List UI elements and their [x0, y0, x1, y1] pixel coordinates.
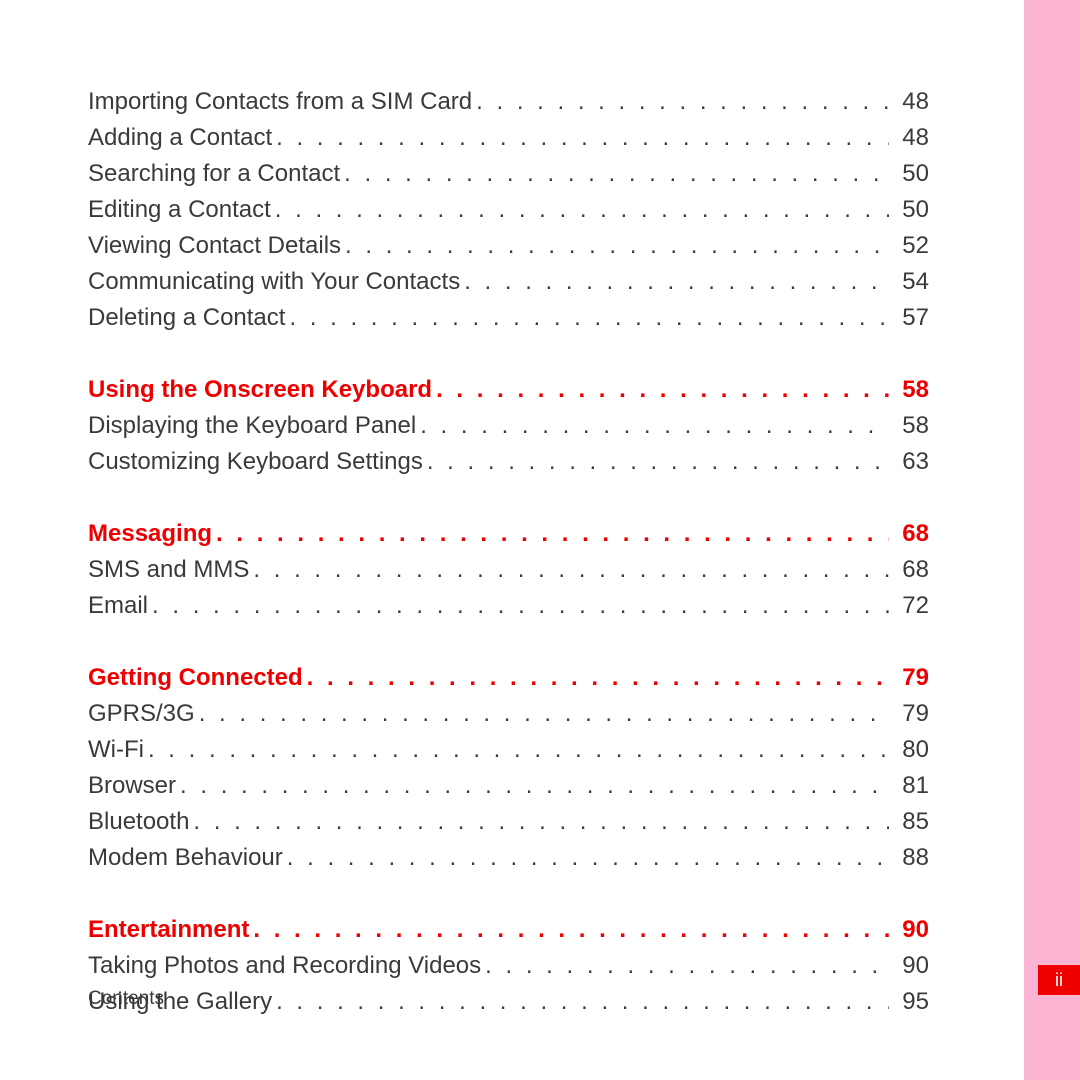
toc-dots: [340, 156, 889, 192]
toc-entry-page: 79: [889, 696, 929, 732]
toc-dots: [432, 372, 889, 408]
toc-entry[interactable]: Adding a Contact 48: [88, 120, 929, 156]
toc-dots: [271, 192, 889, 228]
page-number-tab: ii: [1038, 965, 1080, 995]
toc-entry-page: 58: [889, 408, 929, 444]
toc-entry-page: 80: [889, 732, 929, 768]
toc-entry-page: 48: [889, 120, 929, 156]
toc-heading[interactable]: Messaging 68: [88, 516, 929, 552]
toc-dots: [303, 660, 889, 696]
toc-entry-page: 68: [889, 552, 929, 588]
toc-entry[interactable]: Communicating with Your Contacts 54: [88, 264, 929, 300]
toc-heading[interactable]: Getting Connected 79: [88, 660, 929, 696]
toc-entry[interactable]: Editing a Contact 50: [88, 192, 929, 228]
toc-entry-title: Deleting a Contact: [88, 300, 285, 336]
toc-dots: [283, 840, 889, 876]
toc-section: Messaging 68 SMS and MMS 68 Email 72: [88, 516, 929, 624]
toc-content: Importing Contacts from a SIM Card48Addi…: [0, 0, 1024, 1020]
toc-entry-title: GPRS/3G: [88, 696, 195, 732]
footer-label: Contents: [88, 988, 164, 1010]
toc-entry-title: Searching for a Contact: [88, 156, 340, 192]
toc-dots: [423, 444, 889, 480]
toc-entry-title: Viewing Contact Details: [88, 228, 341, 264]
toc-entry-page: 57: [889, 300, 929, 336]
toc-dots: [249, 912, 889, 948]
toc-section: Entertainment90Taking Photos and Recordi…: [88, 912, 929, 1020]
side-strip: [1024, 0, 1080, 1080]
toc-heading-page: 58: [889, 372, 929, 408]
toc-heading-page: 68: [889, 516, 929, 552]
toc-entry[interactable]: Displaying the Keyboard Panel 58: [88, 408, 929, 444]
toc-entry-page: 48: [889, 84, 929, 120]
toc-entry-title: Email: [88, 588, 148, 624]
toc-dots: [460, 264, 889, 300]
toc-dots: [472, 84, 889, 120]
toc-entry[interactable]: Browser 81: [88, 768, 929, 804]
toc-dots: [148, 588, 889, 624]
toc-entry-page: 85: [889, 804, 929, 840]
toc-dots: [144, 732, 889, 768]
toc-entry[interactable]: Searching for a Contact 50: [88, 156, 929, 192]
toc-entry[interactable]: Bluetooth 85: [88, 804, 929, 840]
toc-entry-title: Wi-Fi: [88, 732, 144, 768]
toc-entry-page: 95: [889, 984, 929, 1020]
toc-entry-title: Displaying the Keyboard Panel: [88, 408, 416, 444]
toc-entry[interactable]: Importing Contacts from a SIM Card 48: [88, 84, 929, 120]
toc-entry[interactable]: Taking Photos and Recording Videos 90: [88, 948, 929, 984]
toc-dots: [285, 300, 889, 336]
toc-heading-title: Entertainment: [88, 912, 249, 948]
toc-dots: [212, 516, 889, 552]
toc-entry-page: 50: [889, 156, 929, 192]
toc-entry[interactable]: Using the Gallery95: [88, 984, 929, 1020]
toc-entry-title: Modem Behaviour: [88, 840, 283, 876]
toc-dots: [416, 408, 889, 444]
toc-entry-title: Customizing Keyboard Settings: [88, 444, 423, 480]
toc-entry-title: SMS and MMS: [88, 552, 249, 588]
toc-entry[interactable]: Wi-Fi 80: [88, 732, 929, 768]
toc-heading-page: 79: [889, 660, 929, 696]
toc-dots: [272, 984, 889, 1020]
toc-entry-title: Bluetooth: [88, 804, 189, 840]
toc-section: Getting Connected79GPRS/3G79Wi-Fi80Brows…: [88, 660, 929, 876]
toc-entry[interactable]: SMS and MMS 68: [88, 552, 929, 588]
toc-entry-title: Communicating with Your Contacts: [88, 264, 460, 300]
toc-entry[interactable]: Deleting a Contact 57: [88, 300, 929, 336]
toc-entry[interactable]: Modem Behaviour 88: [88, 840, 929, 876]
toc-entry-page: 81: [889, 768, 929, 804]
page-number: ii: [1055, 970, 1063, 991]
toc-entry-title: Adding a Contact: [88, 120, 272, 156]
toc-dots: [341, 228, 889, 264]
toc-dots: [249, 552, 889, 588]
toc-entry-page: 72: [889, 588, 929, 624]
toc-entry-title: Editing a Contact: [88, 192, 271, 228]
toc-entry-page: 50: [889, 192, 929, 228]
toc-section: Using the Onscreen Keyboard58Displaying …: [88, 372, 929, 480]
toc-dots: [272, 120, 889, 156]
toc-heading-page: 90: [889, 912, 929, 948]
toc-entry-title: Importing Contacts from a SIM Card: [88, 84, 472, 120]
toc-entry[interactable]: Viewing Contact Details 52: [88, 228, 929, 264]
toc-heading[interactable]: Using the Onscreen Keyboard 58: [88, 372, 929, 408]
toc-dots: [195, 696, 889, 732]
toc-entry-title: Taking Photos and Recording Videos: [88, 948, 481, 984]
toc-dots: [176, 768, 889, 804]
toc-section: Importing Contacts from a SIM Card48Addi…: [88, 84, 929, 336]
toc-entry[interactable]: GPRS/3G 79: [88, 696, 929, 732]
toc-dots: [189, 804, 889, 840]
toc-dots: [481, 948, 889, 984]
toc-entry-page: 88: [889, 840, 929, 876]
toc-entry[interactable]: Customizing Keyboard Settings 63: [88, 444, 929, 480]
toc-entry-page: 54: [889, 264, 929, 300]
toc-heading-title: Using the Onscreen Keyboard: [88, 372, 432, 408]
toc-heading-title: Getting Connected: [88, 660, 303, 696]
toc-entry-page: 52: [889, 228, 929, 264]
toc-entry-page: 90: [889, 948, 929, 984]
toc-heading-title: Messaging: [88, 516, 212, 552]
toc-entry[interactable]: Email 72: [88, 588, 929, 624]
toc-entry-title: Browser: [88, 768, 176, 804]
toc-entry-page: 63: [889, 444, 929, 480]
toc-heading[interactable]: Entertainment 90: [88, 912, 929, 948]
